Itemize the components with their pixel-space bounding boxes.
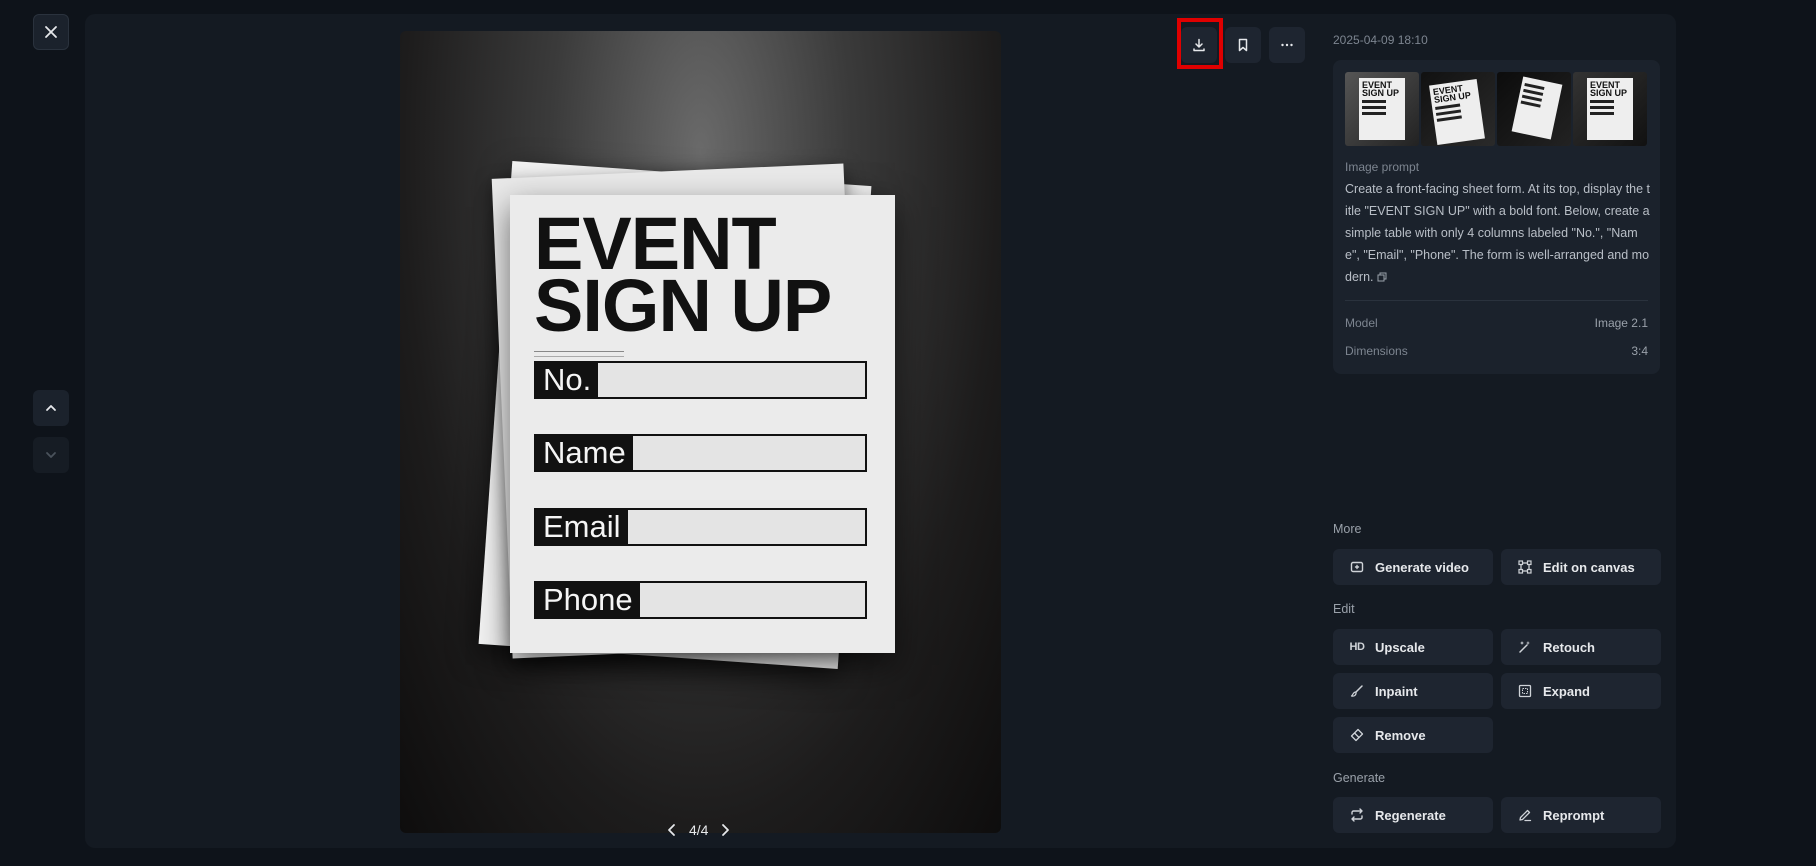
pencil-icon bbox=[1517, 807, 1533, 823]
edit-on-canvas-label: Edit on canvas bbox=[1543, 559, 1635, 575]
thumbnail-title: EVENT SIGN UP bbox=[1432, 83, 1472, 106]
copy-prompt-button[interactable] bbox=[1377, 267, 1387, 289]
form-field-label: Email bbox=[536, 510, 628, 544]
copy-icon bbox=[1377, 272, 1386, 282]
model-value: Image 2.1 bbox=[1594, 316, 1648, 330]
thumbnail-title: EVENT SIGN UP bbox=[1362, 80, 1400, 98]
more-horizontal-icon bbox=[1281, 43, 1293, 47]
section-generate-label: Generate bbox=[1333, 771, 1386, 785]
close-button[interactable] bbox=[33, 14, 69, 50]
sign-up-form: EVENT SIGN UP No. Name Email Phone bbox=[510, 195, 895, 653]
generate-video-label: Generate video bbox=[1375, 559, 1469, 575]
image-viewer: EVENT SIGN UP No. Name Email Phone 4/4 2… bbox=[0, 0, 1816, 866]
pager-next-button[interactable] bbox=[718, 823, 732, 837]
dimensions-label: Dimensions bbox=[1345, 344, 1408, 358]
thumbnail-form: EVENT SIGN UP bbox=[1359, 78, 1405, 140]
form-field-label: Name bbox=[536, 436, 633, 470]
remove-label: Remove bbox=[1375, 727, 1426, 743]
chevron-right-icon bbox=[722, 824, 730, 836]
expand-button[interactable]: Expand bbox=[1501, 673, 1661, 709]
pager-count: 4/4 bbox=[689, 822, 709, 838]
dimensions-value: 3:4 bbox=[1631, 344, 1648, 358]
bookmark-icon bbox=[1238, 38, 1248, 52]
edit-on-canvas-button[interactable]: Edit on canvas bbox=[1501, 549, 1661, 585]
section-more-label: More bbox=[1333, 522, 1362, 536]
form-fineprint bbox=[534, 351, 624, 357]
regenerate-button[interactable]: Regenerate bbox=[1333, 797, 1493, 833]
thumbnail-form bbox=[1511, 76, 1563, 140]
previous-image-button[interactable] bbox=[33, 390, 69, 426]
thumbnail-4[interactable]: EVENT SIGN UP bbox=[1573, 72, 1647, 146]
thumbnail-strip: EVENT SIGN UP EVENT SIGN UP EVENT SIGN U… bbox=[1345, 72, 1647, 146]
thumbnail-title: EVENT SIGN UP bbox=[1590, 80, 1628, 98]
video-add-icon bbox=[1349, 559, 1365, 575]
prompt-text: Create a front-facing sheet form. At its… bbox=[1345, 178, 1650, 289]
reprompt-button[interactable]: Reprompt bbox=[1501, 797, 1661, 833]
thumbnail-form: EVENT SIGN UP bbox=[1587, 78, 1633, 140]
next-image-button[interactable] bbox=[33, 437, 69, 473]
image-info-card: EVENT SIGN UP EVENT SIGN UP EVENT SIGN U… bbox=[1333, 60, 1660, 374]
more-options-button[interactable] bbox=[1269, 27, 1305, 63]
form-title: EVENT SIGN UP bbox=[534, 202, 832, 347]
form-field-phone: Phone bbox=[534, 581, 867, 619]
retouch-label: Retouch bbox=[1543, 639, 1595, 655]
download-icon bbox=[1193, 38, 1205, 52]
form-field-label: Phone bbox=[536, 583, 640, 617]
model-label: Model bbox=[1345, 316, 1378, 330]
expand-label: Expand bbox=[1543, 683, 1590, 699]
expand-icon bbox=[1517, 683, 1533, 699]
form-field-no: No. bbox=[534, 361, 867, 399]
inpaint-button[interactable]: Inpaint bbox=[1333, 673, 1493, 709]
retouch-button[interactable]: Retouch bbox=[1501, 629, 1661, 665]
remove-button[interactable]: Remove bbox=[1333, 717, 1493, 753]
generated-image: EVENT SIGN UP No. Name Email Phone bbox=[400, 31, 1001, 833]
chevron-down-icon bbox=[46, 452, 56, 458]
bookmark-button[interactable] bbox=[1225, 27, 1261, 63]
prompt-body: Create a front-facing sheet form. At its… bbox=[1345, 182, 1651, 284]
regenerate-label: Regenerate bbox=[1375, 807, 1446, 823]
repeat-icon bbox=[1349, 807, 1365, 823]
section-edit-label: Edit bbox=[1333, 602, 1355, 616]
form-field-email: Email bbox=[534, 508, 867, 546]
brush-icon bbox=[1349, 683, 1365, 699]
upscale-label: Upscale bbox=[1375, 639, 1425, 655]
thumbnail-form: EVENT SIGN UP bbox=[1429, 78, 1485, 146]
chevron-up-icon bbox=[46, 405, 56, 411]
info-divider bbox=[1345, 300, 1648, 301]
canvas-icon bbox=[1517, 559, 1533, 575]
reprompt-label: Reprompt bbox=[1543, 807, 1605, 823]
thumbnail-2[interactable]: EVENT SIGN UP bbox=[1421, 72, 1495, 146]
created-timestamp: 2025-04-09 18:10 bbox=[1333, 33, 1428, 47]
model-row: Model Image 2.1 bbox=[1345, 316, 1648, 330]
image-pager: 4/4 bbox=[665, 822, 732, 838]
eraser-icon bbox=[1349, 727, 1365, 743]
thumbnail-1[interactable]: EVENT SIGN UP bbox=[1345, 72, 1419, 146]
form-field-label: No. bbox=[536, 363, 599, 397]
upscale-button[interactable]: HD Upscale bbox=[1333, 629, 1493, 665]
prompt-label: Image prompt bbox=[1345, 160, 1420, 174]
hd-icon: HD bbox=[1349, 641, 1365, 653]
magic-wand-icon bbox=[1517, 639, 1533, 655]
generate-video-button[interactable]: Generate video bbox=[1333, 549, 1493, 585]
inpaint-label: Inpaint bbox=[1375, 683, 1418, 699]
pager-previous-button[interactable] bbox=[665, 823, 679, 837]
download-button[interactable] bbox=[1181, 27, 1217, 63]
chevron-left-icon bbox=[668, 824, 675, 836]
dimensions-row: Dimensions 3:4 bbox=[1345, 344, 1648, 358]
thumbnail-3[interactable] bbox=[1497, 72, 1571, 146]
form-field-name: Name bbox=[534, 434, 867, 472]
close-icon bbox=[45, 26, 57, 38]
